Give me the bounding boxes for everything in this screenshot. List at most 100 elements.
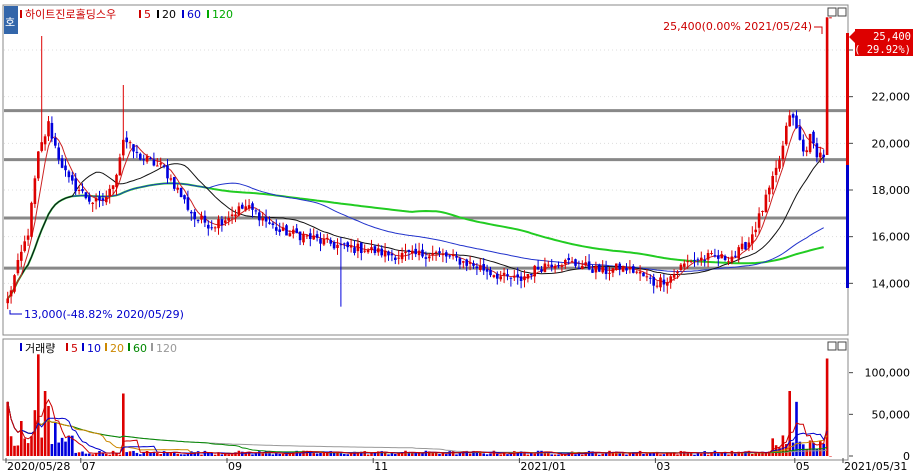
volume-bar: [468, 453, 472, 456]
candle-body: [135, 151, 139, 153]
price-panel-close-button[interactable]: [837, 7, 847, 17]
volume-bar: [638, 450, 642, 456]
candle-body: [326, 237, 329, 239]
volume-bar: [455, 454, 458, 456]
volume-bar: [60, 437, 64, 456]
volume-bar: [312, 452, 315, 456]
candle-body: [6, 298, 9, 304]
candle-body: [169, 178, 173, 180]
candle-body: [669, 276, 672, 283]
candle-body: [33, 178, 37, 205]
stock-chart: 24,00022,00020,00018,00016,00014,000 100…: [0, 0, 915, 472]
volume-bar: [390, 453, 394, 456]
legend-ma120: 120: [212, 8, 233, 21]
volume-bar: [322, 452, 326, 456]
candle-body: [652, 277, 655, 286]
volume-bar: [33, 410, 37, 456]
volume-bar: [645, 453, 649, 456]
candle-body: [475, 266, 479, 269]
price-tick-label: 18,000: [872, 184, 911, 197]
candle-body: [237, 206, 241, 216]
candle-body: [26, 235, 30, 240]
candle-body: [288, 233, 292, 237]
candle-body: [734, 255, 737, 257]
volume-bar: [77, 452, 81, 456]
candle-body: [159, 163, 162, 165]
candle-body: [94, 198, 98, 202]
candle-body: [360, 242, 363, 253]
candle-body: [489, 269, 492, 276]
candle-body: [625, 267, 628, 271]
candle-body: [553, 265, 557, 269]
volume-bar: [700, 453, 703, 456]
min-annotation-text: 13,000(-48.82% 2020/05/29): [24, 308, 184, 321]
candle-body: [149, 158, 152, 160]
volume-bar: [523, 453, 526, 456]
volume-bar: [57, 442, 60, 456]
candle-body: [404, 251, 407, 254]
candle-body: [339, 244, 343, 246]
candle-body: [700, 257, 703, 261]
candle-body: [247, 205, 251, 209]
candle-body: [693, 259, 696, 261]
volume-bar: [754, 453, 757, 456]
legend-vma5: 5: [71, 342, 78, 355]
price-tick-label: 22,000: [872, 91, 911, 104]
candle-body: [703, 259, 706, 261]
candle-body: [366, 249, 370, 253]
candle-body: [747, 242, 751, 248]
candle-body: [659, 277, 662, 288]
volume-bar: [825, 358, 829, 456]
candle-body: [509, 277, 513, 279]
candle-body: [686, 261, 689, 263]
volume-panel-max-button[interactable]: [827, 341, 837, 351]
candle-body: [105, 197, 108, 203]
candle-body: [795, 115, 798, 129]
candle-body: [638, 271, 642, 274]
candle-body: [744, 242, 747, 250]
price-panel-max-button[interactable]: [827, 7, 837, 17]
volume-bar: [550, 454, 553, 456]
candle-body: [574, 259, 577, 266]
candle-body: [815, 143, 819, 158]
candle-body: [649, 277, 652, 279]
candle-body: [400, 253, 404, 260]
candle-body: [278, 229, 281, 232]
volume-bar: [176, 453, 179, 456]
candle-body: [479, 265, 482, 270]
candle-body: [23, 241, 26, 251]
volume-bar: [421, 453, 424, 456]
volume-bar: [13, 445, 16, 456]
candle-body: [825, 17, 829, 156]
volume-panel-close-button[interactable]: [837, 341, 847, 351]
candle-body: [390, 253, 394, 256]
candle-body: [802, 139, 805, 152]
x-tick-label: 2021/05/31: [844, 460, 907, 472]
volume-bar: [581, 454, 584, 456]
candle-body: [108, 188, 111, 197]
volume-bar: [67, 435, 71, 456]
candle-body: [411, 250, 414, 254]
candle-body: [587, 261, 591, 270]
candle-body: [421, 249, 424, 257]
volume-bar: [108, 454, 111, 456]
volume-bar: [394, 453, 397, 456]
candle-body: [540, 269, 543, 272]
volume-bar: [356, 453, 360, 456]
candle-body: [560, 265, 564, 267]
candle-body: [829, 17, 832, 19]
candle-body: [632, 266, 635, 273]
volume-bar: [635, 453, 638, 456]
candle-body: [13, 275, 16, 292]
candle-body: [567, 257, 570, 260]
candle-body: [9, 290, 13, 297]
candle-body: [118, 157, 122, 176]
candle-body: [448, 255, 451, 257]
candle-body: [774, 167, 778, 176]
max-annotation: 25,400(0.00% 2021/05/24): [663, 20, 823, 34]
candle-body: [604, 266, 608, 274]
candle-body: [190, 211, 193, 214]
candle-body: [64, 165, 67, 171]
volume-bar: [679, 450, 683, 456]
candle-body: [428, 256, 431, 259]
